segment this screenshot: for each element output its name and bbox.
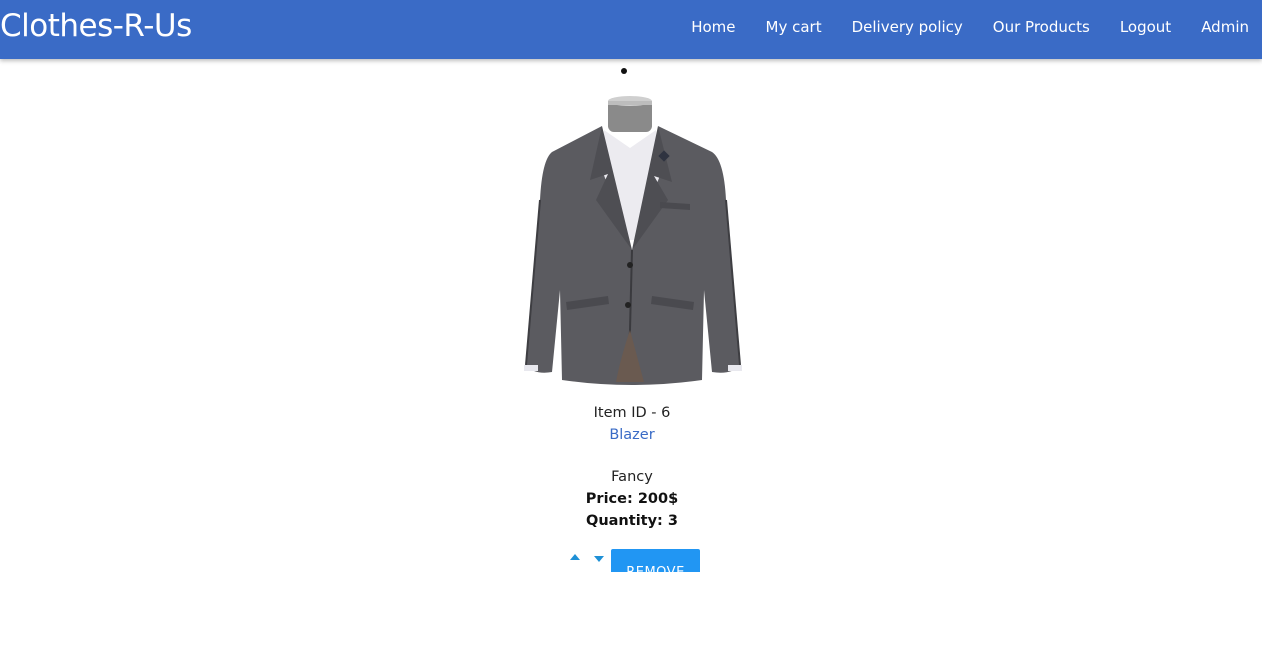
- nav-links: Home My cart Delivery policy Our Product…: [691, 18, 1249, 36]
- top-navbar: Clothes-R-Us Home My cart Delivery polic…: [0, 0, 1262, 59]
- nav-logout[interactable]: Logout: [1120, 18, 1171, 36]
- increase-quantity-icon[interactable]: [570, 554, 580, 560]
- item-price: Price: 200$: [585, 491, 679, 507]
- remove-button-container: REMOVE: [611, 549, 700, 572]
- item-quantity: Quantity: 3: [586, 513, 678, 529]
- brand-logo[interactable]: Clothes-R-Us: [0, 8, 192, 44]
- nav-home[interactable]: Home: [691, 18, 735, 36]
- page-scrollbar[interactable]: [1262, 0, 1280, 648]
- product-image-blazer: [524, 96, 742, 385]
- list-bullet: [621, 68, 627, 74]
- item-category: Fancy: [611, 469, 653, 485]
- nav-my-cart[interactable]: My cart: [766, 18, 822, 36]
- nav-admin[interactable]: Admin: [1201, 18, 1249, 36]
- decrease-quantity-icon[interactable]: [594, 556, 604, 562]
- remove-button[interactable]: REMOVE: [611, 549, 700, 572]
- item-name-link[interactable]: Blazer: [432, 427, 832, 443]
- nav-delivery-policy[interactable]: Delivery policy: [852, 18, 963, 36]
- item-id: Item ID - 6: [593, 405, 671, 421]
- nav-our-products[interactable]: Our Products: [993, 18, 1090, 36]
